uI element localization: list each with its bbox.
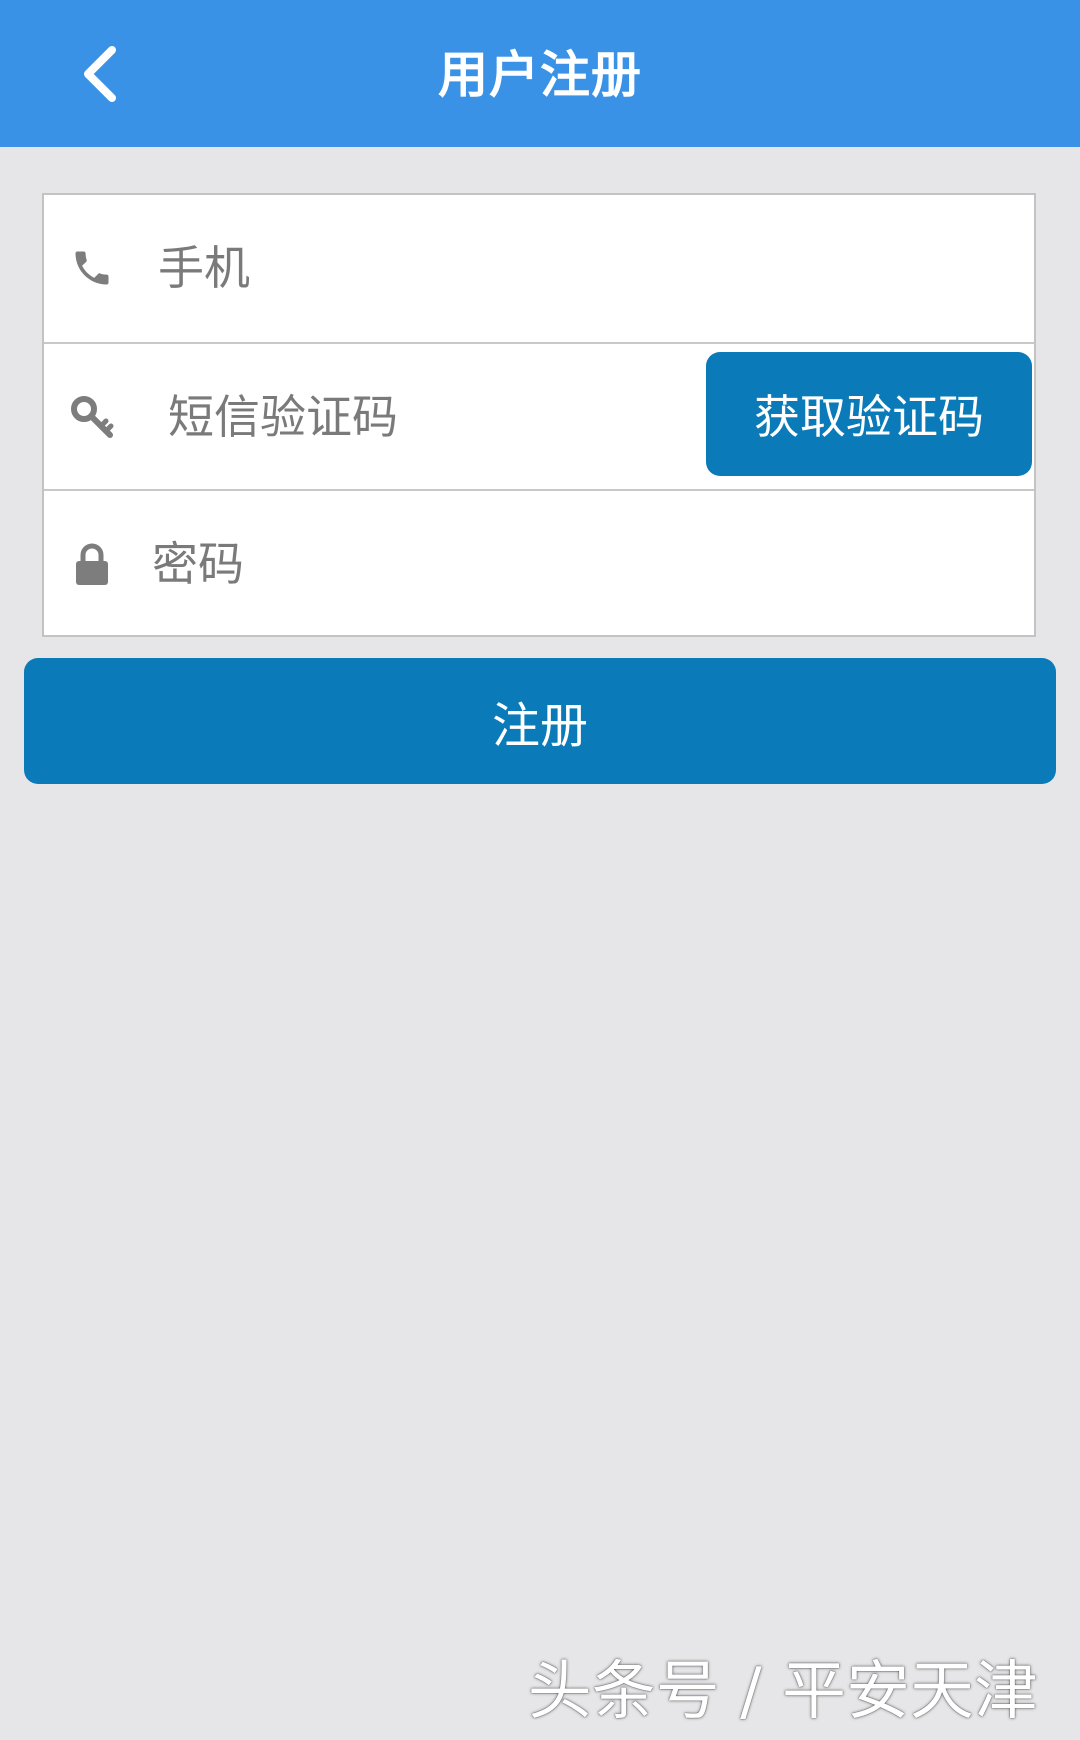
watermark-text: 头条号 / 平安天津 xyxy=(527,1655,1038,1729)
password-input[interactable] xyxy=(152,491,1002,637)
password-row xyxy=(44,489,1034,637)
register-button[interactable]: 注册 xyxy=(24,658,1056,784)
page-title: 用户注册 xyxy=(438,46,642,104)
phone-row xyxy=(44,195,1034,341)
phone-input[interactable] xyxy=(158,195,1008,341)
key-icon xyxy=(68,393,116,441)
sms-code-input[interactable] xyxy=(168,344,728,490)
get-code-button[interactable]: 获取验证码 xyxy=(706,352,1032,476)
sms-code-row: 获取验证码 xyxy=(44,342,1034,490)
app-header: 用户注册 xyxy=(0,0,1080,147)
phone-icon xyxy=(68,244,116,292)
registration-form: 获取验证码 xyxy=(42,193,1036,637)
lock-icon xyxy=(68,540,116,588)
